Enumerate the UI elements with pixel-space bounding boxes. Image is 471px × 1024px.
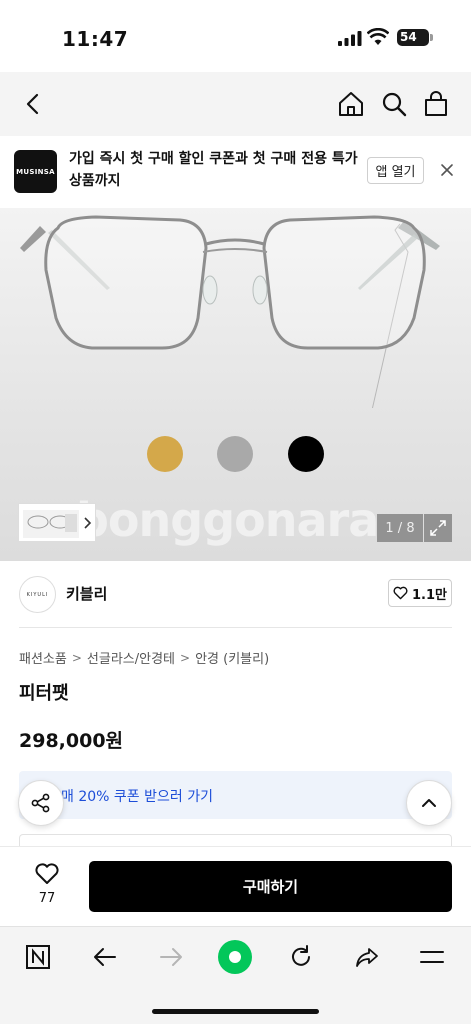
arrow-right-icon — [160, 948, 182, 966]
breadcrumb-item[interactable]: 선글라스/안경테 — [87, 648, 175, 667]
buy-button[interactable]: 구매하기 — [89, 861, 452, 912]
home-icon[interactable] — [337, 90, 365, 118]
chevron-up-icon — [422, 799, 436, 807]
chevron-right-icon: > — [180, 650, 191, 665]
color-swatch-black[interactable] — [288, 436, 324, 472]
status-time: 11:47 — [62, 27, 129, 51]
battery-cap — [430, 34, 433, 41]
battery-icon: 54 — [397, 29, 429, 46]
product-price: 298,000원 — [19, 730, 124, 752]
share-arrow-icon — [356, 948, 378, 967]
naver-n-icon — [26, 945, 50, 969]
heart-outline-icon — [393, 586, 408, 600]
heart-icon[interactable] — [34, 863, 60, 885]
status-bar: 11:47 54 — [0, 0, 471, 72]
refresh-button[interactable] — [285, 941, 317, 973]
musinsa-logo: MUSINSA — [14, 150, 57, 193]
top-nav — [0, 72, 471, 136]
brand-name[interactable]: 키블리 — [66, 583, 107, 604]
chevron-right-icon: > — [71, 650, 82, 665]
coupon-text: 매 20% 쿠폰 받으러 가기 — [61, 789, 213, 805]
scroll-top-button[interactable] — [406, 780, 452, 826]
hamburger-menu-icon — [420, 951, 444, 963]
purchase-bar: 77 구매하기 — [0, 846, 471, 926]
browser-share-button[interactable] — [351, 941, 383, 973]
brand-like-button[interactable]: 1.1만 — [388, 579, 452, 607]
shopping-bag-icon[interactable] — [422, 90, 450, 118]
battery-level: 54 — [400, 30, 417, 44]
coupon-banner[interactable]: 매 20% 쿠폰 받으러 가기 — [19, 771, 452, 819]
search-icon[interactable] — [380, 90, 408, 118]
app-install-banner: MUSINSA 가입 즉시 첫 구매 할인 쿠폰과 첫 구매 전용 특가 상품까… — [0, 136, 471, 208]
open-app-button[interactable]: 앱 열기 — [367, 157, 424, 184]
watermark: bonggonara — [76, 493, 379, 547]
breadcrumb-item[interactable]: 패션소품 — [19, 648, 67, 667]
image-counter: 1 / 8 — [377, 514, 423, 542]
signal-icon — [338, 31, 362, 46]
breadcrumb-item[interactable]: 안경 (키블리) — [195, 648, 269, 667]
banner-promo-text: 가입 즉시 첫 구매 할인 쿠폰과 첫 구매 전용 특가 상품까지 — [69, 151, 358, 189]
home-indicator — [152, 1009, 319, 1014]
product-photo-eyeglasses — [20, 215, 440, 408]
browser-forward-button[interactable] — [155, 941, 187, 973]
product-image-gallery[interactable]: bonggonara 1 / 8 — [0, 208, 471, 561]
share-button[interactable] — [18, 780, 64, 826]
share-icon — [31, 793, 50, 813]
menu-button[interactable] — [416, 941, 448, 973]
green-dot-button[interactable] — [217, 939, 253, 975]
product-title: 피터팻 — [19, 683, 69, 704]
refresh-icon — [292, 945, 310, 966]
divider — [19, 627, 452, 628]
back-icon[interactable] — [20, 90, 48, 118]
color-swatch-gold[interactable] — [147, 436, 183, 472]
wifi-icon — [367, 28, 389, 45]
naver-green-dot-icon — [218, 940, 252, 974]
brand-logo[interactable]: KIYULI — [19, 576, 56, 613]
close-icon[interactable] — [439, 162, 455, 178]
brand-like-count: 1.1만 — [412, 587, 447, 603]
expand-button[interactable] — [424, 514, 452, 542]
chevron-right-icon[interactable] — [82, 517, 92, 529]
browser-back-button[interactable] — [89, 941, 121, 973]
naver-home-button[interactable] — [22, 941, 54, 973]
color-swatch-silver[interactable] — [217, 436, 253, 472]
arrow-left-icon — [94, 948, 116, 966]
breadcrumb: 패션소품 > 선글라스/안경테 > 안경 (키블리) — [19, 648, 269, 668]
like-count: 77 — [38, 891, 56, 906]
expand-icon — [430, 520, 446, 536]
